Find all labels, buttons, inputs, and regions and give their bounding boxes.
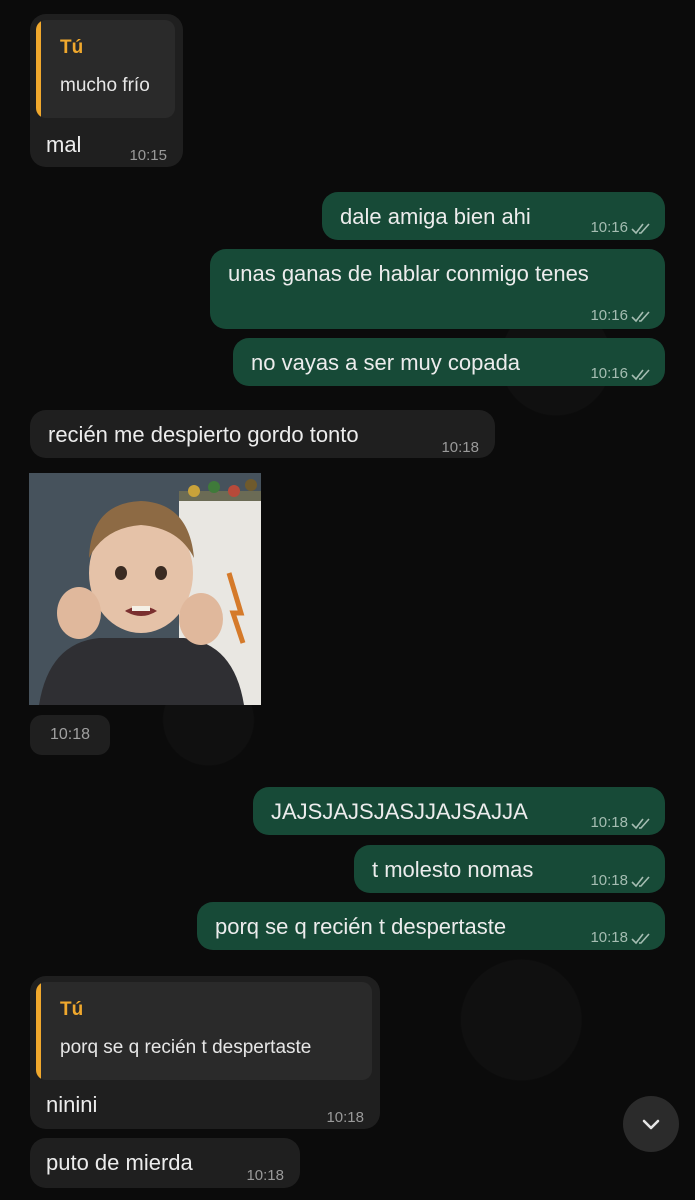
incoming-message[interactable]: recién me despierto gordo tonto 10:18 (30, 410, 495, 458)
outgoing-message[interactable]: unas ganas de hablar conmigo tenes 10:16 (210, 249, 665, 329)
message-time: 10:18 (590, 867, 651, 895)
message-time: 10:18 (326, 1109, 364, 1126)
double-check-icon (631, 818, 650, 830)
chevron-down-icon (642, 1119, 660, 1130)
double-check-icon (631, 876, 650, 888)
quoted-reply[interactable]: Tú mucho frío (36, 20, 175, 118)
message-text: puto de mierda (46, 1150, 193, 1175)
message-time: 10:18 (590, 924, 651, 952)
sticker-time: 10:18 (30, 715, 110, 755)
reply-accent-bar (36, 982, 41, 1080)
double-check-icon (631, 223, 650, 235)
message-text: ninini (46, 1092, 98, 1117)
double-check-icon (631, 311, 650, 323)
message-text: mal (46, 132, 82, 157)
reply-text: porq se q recién t despertaste (60, 1037, 312, 1058)
outgoing-message[interactable]: dale amiga bien ahi 10:16 (322, 192, 665, 240)
sticker-image[interactable] (29, 473, 261, 705)
reply-accent-bar (36, 20, 41, 118)
reply-author: Tú (60, 999, 84, 1020)
outgoing-message[interactable]: no vayas a ser muy copada 10:16 (233, 338, 665, 386)
incoming-message[interactable]: Tú mucho frío mal 10:15 (30, 14, 183, 167)
message-text: JAJSJAJSJASJJAJSAJJA (271, 799, 528, 824)
incoming-message[interactable]: Tú porq se q recién t despertaste ninini… (30, 976, 380, 1129)
message-text: unas ganas de hablar conmigo tenes (228, 261, 589, 286)
reply-author: Tú (60, 37, 84, 58)
message-time: 10:15 (129, 147, 167, 164)
boy-sticker-illustration (29, 473, 261, 705)
outgoing-message[interactable]: porq se q recién t despertaste 10:18 (197, 902, 665, 950)
message-text: porq se q recién t despertaste (215, 914, 507, 939)
message-time: 10:16 (590, 214, 651, 242)
message-time: 10:18 (441, 439, 479, 456)
outgoing-message[interactable]: JAJSJAJSJASJJAJSAJJA 10:18 (253, 787, 665, 835)
message-text: recién me despierto gordo tonto (48, 422, 359, 447)
message-time: 10:18 (246, 1167, 284, 1184)
outgoing-message[interactable]: t molesto nomas 10:18 (354, 845, 665, 893)
message-time: 10:18 (590, 809, 651, 837)
scroll-to-bottom-button[interactable] (623, 1096, 679, 1152)
quoted-reply[interactable]: Tú porq se q recién t despertaste (36, 982, 372, 1080)
double-check-icon (631, 369, 650, 381)
message-time: 10:16 (590, 360, 651, 388)
reply-text: mucho frío (60, 75, 150, 96)
message-text: dale amiga bien ahi (340, 204, 531, 229)
incoming-message[interactable]: puto de mierda 10:18 (30, 1138, 300, 1188)
message-text: no vayas a ser muy copada (251, 350, 521, 375)
message-time: 10:16 (590, 302, 651, 330)
double-check-icon (631, 933, 650, 945)
message-text: t molesto nomas (372, 857, 534, 882)
